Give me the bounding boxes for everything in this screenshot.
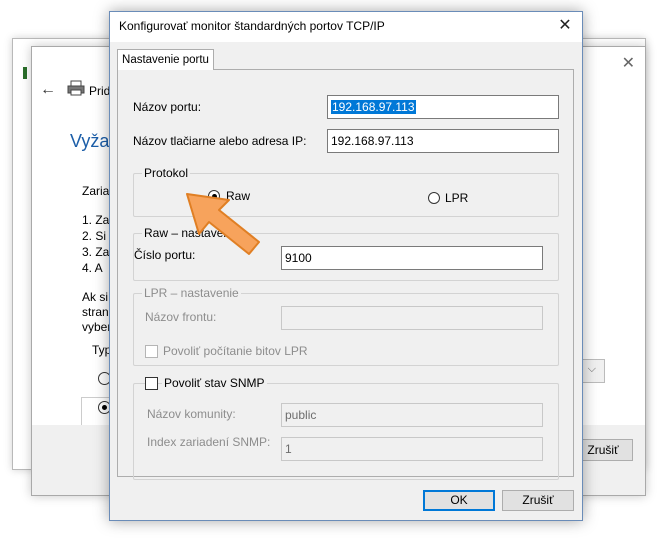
raw-settings-group: Raw – nastavenie Číslo portu: 9100 [133,226,559,281]
port-number-label: Číslo portu: [134,248,196,262]
protocol-group: Protokol Raw LPR [133,166,559,217]
lpr-byte-count-checkbox[interactable] [145,345,158,358]
community-name-label: Názov komunity: [147,407,236,421]
device-index-label: Index zariadení SNMP: [147,435,271,449]
tab-port-settings[interactable]: Nastavenie portu [117,49,214,70]
protocol-legend: Protokol [142,166,191,180]
community-name-input[interactable]: public [281,403,543,427]
printer-address-label: Názov tlačiarne alebo adresa IP: [133,134,307,148]
lpr-byte-count-label: Povoliť počítanie bitov LPR [163,344,308,358]
wizard-paragraph: vyber [82,320,112,334]
dialog-titlebar: Konfigurovať monitor štandardných portov… [110,12,582,42]
wizard-step: 4. A [82,261,103,275]
cancel-button[interactable]: Zrušiť [502,490,574,511]
printer-address-input[interactable]: 192.168.97.113 [327,129,559,153]
wizard-step: 2. Si [82,229,107,243]
device-index-input[interactable]: 1 [281,437,543,461]
wizard-title: Prid [89,84,111,98]
queue-name-label: Názov frontu: [145,310,217,324]
snmp-legend: Povoliť stav SNMP [162,376,267,390]
printer-status-icon [23,67,27,79]
port-settings-panel: Názov portu: 192.168.97.113 Názov tlačia… [117,69,574,480]
printer-icon [67,80,85,96]
wizard-paragraph: stran [82,305,109,319]
port-number-input[interactable]: 9100 [281,246,543,270]
lpr-settings-legend: LPR – nastavenie [142,286,241,300]
ok-button[interactable]: OK [423,490,495,511]
chevron-down-icon: ⌵ [587,363,596,375]
wizard-step: 3. Za [82,245,110,259]
port-name-value: 192.168.97.113 [331,100,416,114]
back-arrow-icon[interactable]: ← [40,81,56,99]
queue-name-input[interactable] [281,306,543,330]
port-name-input[interactable]: 192.168.97.113 [327,95,559,119]
port-name-label: Názov portu: [133,100,202,114]
wizard-intro: Zaria [82,184,110,198]
close-icon[interactable]: ✕ [548,12,582,42]
snmp-enable-checkbox[interactable] [145,377,158,390]
configure-port-dialog: Konfigurovať monitor štandardných portov… [109,11,583,521]
wizard-step: 1. Za [82,213,110,227]
lpr-settings-group: LPR – nastavenie Názov frontu: Povoliť p… [133,286,559,366]
dialog-title: Konfigurovať monitor štandardných portov… [119,19,385,33]
raw-radio-label: Raw [226,189,251,203]
lpr-radio[interactable] [428,192,440,204]
lpr-radio-label: LPR [445,191,469,205]
raw-radio[interactable] [208,190,220,202]
close-icon[interactable]: ✕ [622,53,635,73]
wizard-paragraph: Ak si [82,290,109,304]
snmp-group: Povoliť stav SNMP Názov komunity: public… [133,376,559,480]
raw-settings-legend: Raw – nastavenie [142,226,242,240]
